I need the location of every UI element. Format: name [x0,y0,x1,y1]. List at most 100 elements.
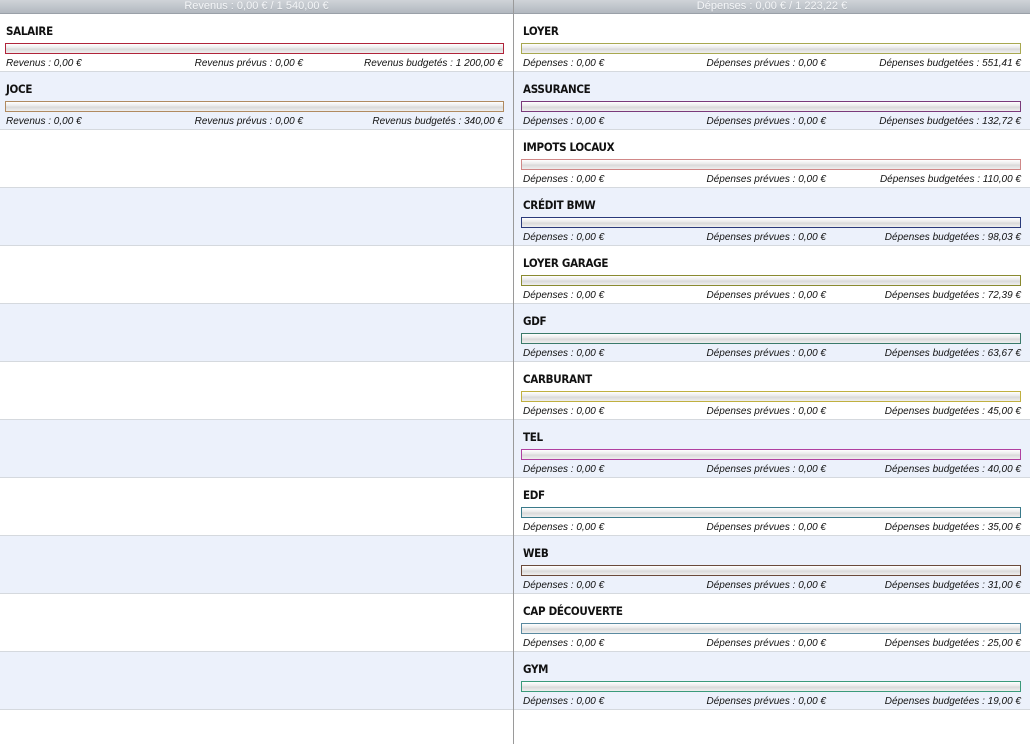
depense-planned: Dépenses prévues : 0,00 € [706,232,826,243]
depense-stats: Dépenses : 0,00 € Dépenses prévues : 0,00… [523,580,1021,592]
depenses-list: LOYER Dépenses : 0,00 € Dépenses prévues :… [514,14,1030,744]
depense-actual: Dépenses : 0,00 € [523,580,605,591]
depense-progress-bar [521,681,1021,692]
depense-actual: Dépenses : 0,00 € [523,174,605,185]
depense-progress-bar [521,43,1021,54]
revenu-empty-row [0,594,513,652]
depense-row[interactable]: LOYER Dépenses : 0,00 € Dépenses prévues :… [514,14,1030,72]
depense-stats: Dépenses : 0,00 € Dépenses prévues : 0,00… [523,522,1021,534]
depense-stats: Dépenses : 0,00 € Dépenses prévues : 0,00… [523,406,1021,418]
depense-planned: Dépenses prévues : 0,00 € [706,522,826,533]
depense-planned: Dépenses prévues : 0,00 € [706,406,826,417]
depense-row[interactable]: LOYER GARAGE Dépenses : 0,00 € Dépenses pr… [514,246,1030,304]
depense-planned: Dépenses prévues : 0,00 € [706,174,826,185]
depense-row[interactable]: EDF Dépenses : 0,00 € Dépenses prévues : 0… [514,478,1030,536]
depense-stats: Dépenses : 0,00 € Dépenses prévues : 0,00… [523,638,1021,650]
depense-actual: Dépenses : 0,00 € [523,464,605,475]
depense-name: EDF [523,488,545,502]
depense-name: LOYER [523,24,559,38]
depense-row[interactable]: GDF Dépenses : 0,00 € Dépenses prévues : 0… [514,304,1030,362]
depense-row[interactable]: CRÉDIT BMW Dépenses : 0,00 € Dépenses prév… [514,188,1030,246]
depense-row[interactable]: ASSURANCE Dépenses : 0,00 € Dépenses prévu… [514,72,1030,130]
depense-row[interactable]: CARBURANT Dépenses : 0,00 € Dépenses prévu… [514,362,1030,420]
depense-actual: Dépenses : 0,00 € [523,58,605,69]
depense-name: CAP DÉCOUVERTE [523,604,623,618]
revenu-row[interactable]: SALAIRE Revenus : 0,00 € Revenus prévus : … [0,14,513,72]
depense-planned: Dépenses prévues : 0,00 € [706,58,826,69]
depense-actual: Dépenses : 0,00 € [523,406,605,417]
depense-progress-bar [521,623,1021,634]
depense-progress-bar [521,333,1021,344]
depense-name: CARBURANT [523,372,592,386]
depense-budget: Dépenses budgetées : 132,72 € [879,116,1021,127]
depense-progress-bar [521,449,1021,460]
revenu-empty-row [0,188,513,246]
depense-name: IMPOTS LOCAUX [523,140,615,154]
revenu-empty-row [0,536,513,594]
depense-budget: Dépenses budgetées : 98,03 € [884,232,1021,243]
depense-actual: Dépenses : 0,00 € [523,290,605,301]
depense-budget: Dépenses budgetées : 40,00 € [884,464,1021,475]
depense-budget: Dépenses budgetées : 63,67 € [884,348,1021,359]
revenu-empty-row [0,478,513,536]
depense-row[interactable]: WEB Dépenses : 0,00 € Dépenses prévues : 0… [514,536,1030,594]
depense-name: GDF [523,314,547,328]
revenu-planned: Revenus prévus : 0,00 € [194,58,303,69]
depense-planned: Dépenses prévues : 0,00 € [706,290,826,301]
revenu-empty-row [0,130,513,188]
revenu-empty-row [0,420,513,478]
depense-stats: Dépenses : 0,00 € Dépenses prévues : 0,00… [523,290,1021,302]
revenu-budget: Revenus budgetés : 1 200,00 € [364,58,503,69]
depense-planned: Dépenses prévues : 0,00 € [706,348,826,359]
revenus-column: Revenus : 0,00 € / 1 540,00 € SALAIRE Rev… [0,0,513,744]
depense-name: GYM [523,662,549,676]
depense-row[interactable]: IMPOTS LOCAUX Dépenses : 0,00 € Dépenses p… [514,130,1030,188]
depense-stats: Dépenses : 0,00 € Dépenses prévues : 0,00… [523,116,1021,128]
depense-stats: Dépenses : 0,00 € Dépenses prévues : 0,00… [523,58,1021,70]
depenses-header: Dépenses : 0,00 € / 1 223,22 € [514,0,1030,14]
depense-progress-bar [521,275,1021,286]
revenu-row[interactable]: JOCE Revenus : 0,00 € Revenus prévus : 0,0… [0,72,513,130]
depense-budget: Dépenses budgetées : 35,00 € [884,522,1021,533]
depense-progress-bar [521,391,1021,402]
revenu-actual: Revenus : 0,00 € [6,58,82,69]
depense-progress-bar [521,159,1021,170]
depense-planned: Dépenses prévues : 0,00 € [706,580,826,591]
depense-actual: Dépenses : 0,00 € [523,348,605,359]
depense-name: ASSURANCE [523,82,591,96]
depense-stats: Dépenses : 0,00 € Dépenses prévues : 0,00… [523,696,1021,708]
depense-stats: Dépenses : 0,00 € Dépenses prévues : 0,00… [523,348,1021,360]
depense-row[interactable]: TEL Dépenses : 0,00 € Dépenses prévues : 0… [514,420,1030,478]
revenu-stats: Revenus : 0,00 € Revenus prévus : 0,00 € R… [6,58,503,70]
revenu-empty-row [0,304,513,362]
depense-actual: Dépenses : 0,00 € [523,232,605,243]
depense-progress-bar [521,565,1021,576]
revenu-name: JOCE [6,82,33,96]
depense-budget: Dépenses budgetées : 19,00 € [884,696,1021,707]
revenu-actual: Revenus : 0,00 € [6,116,82,127]
revenu-empty-row [0,652,513,710]
depense-budget: Dépenses budgetées : 45,00 € [884,406,1021,417]
revenu-stats: Revenus : 0,00 € Revenus prévus : 0,00 € R… [6,116,503,128]
depense-actual: Dépenses : 0,00 € [523,116,605,127]
revenu-progress-bar [5,43,504,54]
depense-stats: Dépenses : 0,00 € Dépenses prévues : 0,00… [523,232,1021,244]
depense-name: CRÉDIT BMW [523,198,596,212]
depenses-column: Dépenses : 0,00 € / 1 223,22 € LOYER Dépe… [514,0,1030,744]
revenus-header: Revenus : 0,00 € / 1 540,00 € [0,0,513,14]
revenu-empty-row [0,246,513,304]
revenu-progress-bar [5,101,504,112]
depense-progress-bar [521,217,1021,228]
depense-planned: Dépenses prévues : 0,00 € [706,464,826,475]
depense-name: LOYER GARAGE [523,256,609,270]
depense-progress-bar [521,101,1021,112]
revenus-list: SALAIRE Revenus : 0,00 € Revenus prévus : … [0,14,513,744]
depense-row[interactable]: CAP DÉCOUVERTE Dépenses : 0,00 € Dépenses … [514,594,1030,652]
depense-progress-bar [521,507,1021,518]
depense-planned: Dépenses prévues : 0,00 € [706,696,826,707]
depense-row[interactable]: GYM Dépenses : 0,00 € Dépenses prévues : 0… [514,652,1030,710]
revenu-budget: Revenus budgetés : 340,00 € [372,116,503,127]
depense-actual: Dépenses : 0,00 € [523,638,605,649]
revenu-empty-row [0,362,513,420]
depense-stats: Dépenses : 0,00 € Dépenses prévues : 0,00… [523,464,1021,476]
